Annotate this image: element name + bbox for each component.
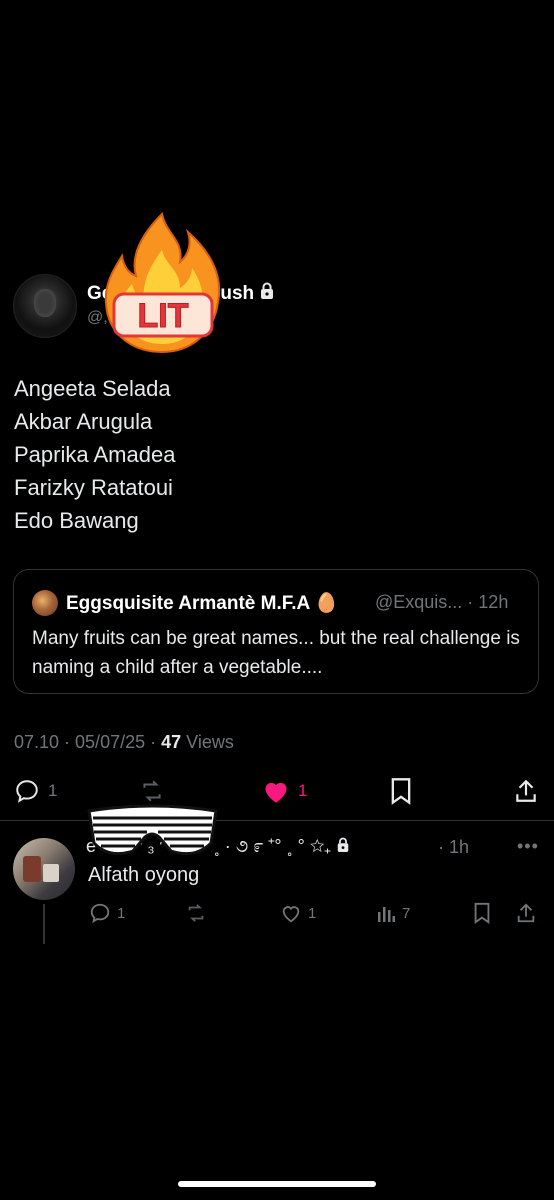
tweet-line: Farizky Ratatoui — [14, 475, 173, 500]
reply-views-button[interactable]: 7 — [376, 901, 410, 925]
share-button[interactable] — [513, 777, 539, 805]
views-count[interactable]: 47 — [161, 732, 181, 752]
lock-icon — [336, 837, 350, 858]
display-name-end: ush — [220, 283, 255, 305]
comment-icon — [16, 780, 38, 803]
author-avatar[interactable] — [13, 274, 77, 338]
share-icon — [517, 903, 535, 923]
reply-repost-button[interactable] — [184, 901, 208, 925]
quoted-avatar — [32, 590, 58, 616]
bookmark-icon — [391, 778, 411, 805]
repost-icon — [188, 904, 204, 922]
quoted-name: Eggsquisite Armantè M.F.A 🥚 — [66, 593, 339, 614]
bookmark-button[interactable] — [389, 777, 413, 805]
reply-reply-count: 1 — [117, 904, 126, 922]
reply-button[interactable]: 1 — [14, 777, 57, 805]
reply-bookmark-button[interactable] — [472, 901, 492, 925]
share-icon — [516, 779, 536, 802]
views-label: Views — [181, 732, 234, 752]
tweet-line: Edo Bawang — [14, 508, 139, 533]
like-count: 1 — [298, 781, 308, 800]
comment-icon — [90, 903, 110, 924]
thread-line — [43, 904, 45, 944]
reply-count: 1 — [48, 781, 58, 800]
reply-like-count: 1 — [308, 904, 317, 922]
tweet-meta: 07.10 · 05/07/25 · 47 Views — [14, 732, 234, 753]
reply-time: · 1h — [438, 837, 470, 857]
reply-reply-button[interactable]: 1 — [89, 901, 125, 925]
repost-icon — [143, 780, 161, 802]
views-chart-icon — [378, 907, 395, 922]
tweet-line: Akbar Arugula — [14, 409, 153, 434]
quoted-handle-time: @Exquis... · 12h — [375, 592, 509, 612]
home-indicator[interactable] — [178, 1181, 376, 1187]
quoted-tweet[interactable]: Eggsquisite Armantè M.F.A 🥚 @Exquis... ·… — [13, 569, 539, 694]
quoted-text: Many fruits can be great names... but th… — [32, 628, 520, 678]
divider — [0, 820, 554, 821]
reply-views-count: 7 — [402, 904, 411, 922]
reply-share-button[interactable] — [515, 901, 537, 925]
heart-icon — [282, 906, 300, 923]
tweet-line: Angeeta Selada — [14, 376, 171, 401]
reply-avatar[interactable] — [13, 838, 75, 900]
timestamp: 07.10 · 05/07/25 · — [14, 732, 162, 752]
shutter-glasses-sticker-icon — [87, 804, 218, 856]
bookmark-icon — [474, 902, 490, 924]
lock-icon — [259, 282, 275, 306]
like-button[interactable]: 1 — [262, 777, 307, 805]
tweet-body: Angeeta Selada Akbar Arugula Paprika Ama… — [14, 372, 175, 537]
repost-button[interactable] — [138, 777, 166, 805]
more-options-icon[interactable]: ••• — [517, 836, 539, 857]
tweet-line: Paprika Amadea — [14, 442, 176, 467]
egg-badge-icon: 🥚 — [314, 593, 339, 614]
reply-like-button[interactable]: 1 — [280, 901, 316, 925]
reply-text: Alfath oyong — [88, 864, 200, 886]
lit-text: LIT — [138, 297, 189, 335]
heart-filled-icon — [265, 782, 287, 803]
fire-lit-sticker-icon: LIT — [104, 211, 221, 354]
